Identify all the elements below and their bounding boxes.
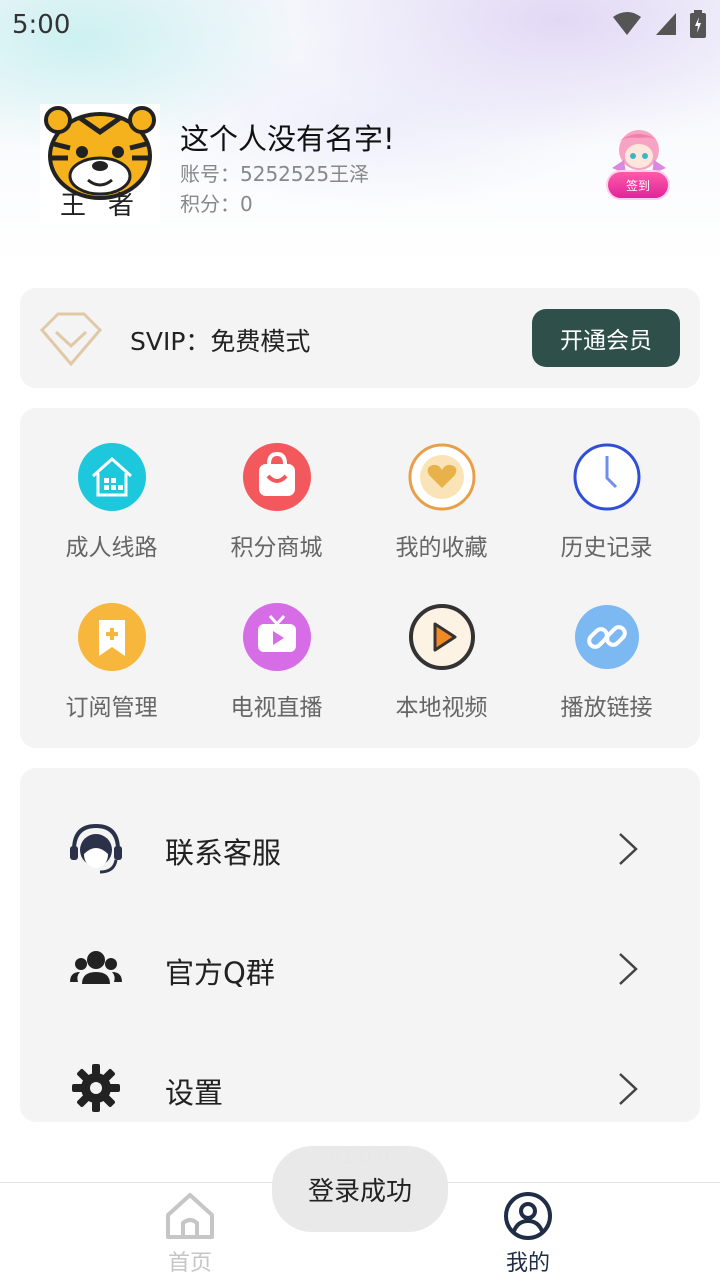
vip-card: SVIP：免费模式 开通会员 [20, 288, 700, 388]
profile-section: 王者 这个人没有名字! 账号：5252525王泽 积分：0 签到 [40, 104, 680, 224]
link-icon [575, 605, 639, 669]
grid-item-label: 播放链接 [560, 695, 653, 721]
chevron-right-icon [619, 953, 638, 985]
avatar-caption: 王者 [60, 191, 157, 221]
grid-item-label: 电视直播 [230, 695, 323, 721]
chevron-right-icon [619, 1073, 638, 1105]
status-icons [612, 10, 706, 38]
grid-item-play-link[interactable]: 播放链接 [524, 602, 689, 742]
heart-icon [408, 443, 476, 511]
grid-item-label: 订阅管理 [65, 695, 158, 721]
grid-item-label: 成人线路 [65, 535, 158, 561]
open-vip-button[interactable]: 开通会员 [532, 309, 680, 367]
grid-item-tv-live[interactable]: 电视直播 [194, 602, 359, 742]
chevron-right-icon [619, 833, 638, 865]
user-profile-icon [504, 1192, 552, 1240]
menu-item-settings[interactable]: 设置 [20, 1028, 700, 1122]
nav-tab-label: 我的 [505, 1251, 550, 1276]
wifi-icon [613, 12, 641, 35]
menu-item-label: 设置 [165, 1076, 224, 1110]
avatar[interactable]: 王者 [40, 104, 160, 224]
points-value: 积分：0 [180, 192, 253, 216]
checkin-button[interactable]: 签到 [606, 170, 670, 200]
menu-list: 联系客服 官方Q群 设置 [20, 768, 700, 1122]
grid-item-history[interactable]: 历史记录 [524, 442, 689, 582]
menu-item-official-qq-group[interactable]: 官方Q群 [20, 908, 700, 1028]
status-bar: 5:00 [0, 0, 720, 50]
home-icon [166, 1193, 214, 1239]
nav-tab-label: 首页 [167, 1251, 212, 1276]
menu-item-label: 官方Q群 [165, 956, 275, 990]
nav-tab-home[interactable]: 首页 [110, 1183, 270, 1280]
account-id: 账号：5252525王泽 [180, 162, 370, 186]
gear-icon [72, 1064, 120, 1112]
shopping-bag-icon [243, 443, 311, 511]
vip-status: SVIP：免费模式 [130, 327, 311, 356]
grid-item-label: 积分商城 [230, 535, 323, 561]
cell-signal-icon [656, 13, 676, 35]
menu-item-customer-service[interactable]: 联系客服 [20, 788, 700, 908]
grid-item-label: 本地视频 [395, 695, 488, 721]
menu-item-label: 联系客服 [165, 836, 282, 870]
diamond-icon [40, 312, 102, 366]
grid-item-local-video[interactable]: 本地视频 [359, 602, 524, 742]
grid-item-adult-route[interactable]: 成人线路 [29, 442, 194, 582]
group-icon [70, 951, 122, 984]
house-icon [78, 443, 146, 511]
status-time: 5:00 [12, 10, 71, 40]
clock-icon [573, 443, 641, 511]
battery-icon [690, 10, 706, 38]
grid-item-label: 我的收藏 [395, 535, 488, 561]
grid-item-subscriptions[interactable]: 订阅管理 [29, 602, 194, 742]
play-icon [409, 604, 475, 670]
feature-grid: 成人线路 积分商城 我的收藏 历史记录 订阅管理 电视直播 本地视频 播放链接 [20, 408, 700, 748]
nav-tab-mine[interactable]: 我的 [448, 1183, 608, 1280]
bookmark-add-icon [78, 603, 146, 671]
grid-item-label: 历史记录 [560, 535, 653, 561]
tv-icon [243, 603, 311, 671]
checkin-widget[interactable]: 签到 [604, 124, 674, 202]
toast-message: 登录成功 [272, 1146, 448, 1232]
grid-item-points-mall[interactable]: 积分商城 [194, 442, 359, 582]
grid-item-favorites[interactable]: 我的收藏 [359, 442, 524, 582]
nickname: 这个人没有名字! [180, 122, 395, 156]
customer-service-icon [70, 823, 122, 874]
